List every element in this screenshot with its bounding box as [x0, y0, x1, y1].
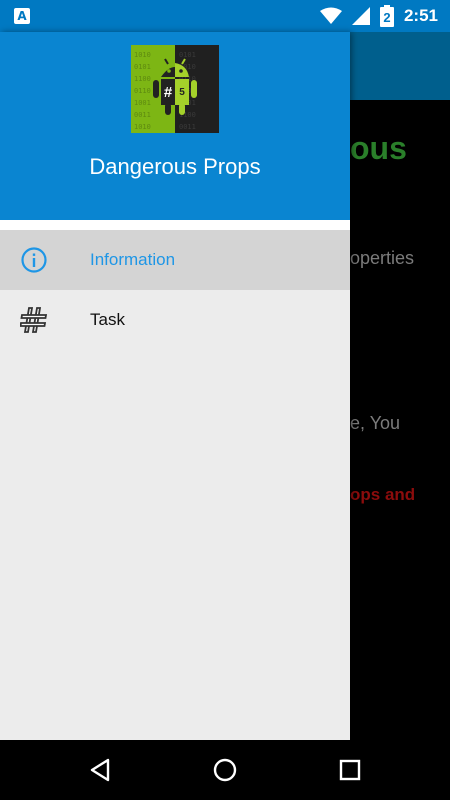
svg-text:1100: 1100 — [134, 75, 151, 83]
background-text-1: operties — [350, 248, 415, 268]
navigation-bar — [0, 740, 450, 800]
svg-text:1010: 1010 — [134, 51, 151, 59]
app-toolbar — [350, 32, 450, 100]
back-icon[interactable] — [86, 756, 114, 784]
drawer-item-label: Information — [90, 250, 176, 269]
info-icon — [21, 247, 47, 273]
svg-text:0110: 0110 — [134, 87, 151, 95]
logo-badge: # — [164, 84, 173, 101]
drawer-item-task[interactable]: Task — [0, 290, 350, 350]
navigation-drawer: 01011010 01101001 01011100 0011 10100101… — [0, 32, 350, 740]
battery-icon: 2 — [379, 5, 394, 27]
status-icons: 2 2:51 — [319, 4, 438, 28]
signal-icon — [351, 7, 370, 25]
drawer-item-information[interactable]: Information — [0, 230, 350, 290]
status-bar: A 2 2:51 — [0, 0, 450, 32]
hash-icon — [20, 307, 48, 333]
svg-text:1001: 1001 — [134, 99, 151, 107]
drawer-header: 01011010 01101001 01011100 0011 10100101… — [0, 32, 350, 220]
app-content: ous operties e, You ops and — [350, 100, 450, 740]
android-hash-icon: 01011010 01101001 01011100 0011 10100101… — [131, 45, 219, 133]
drawer-title: Dangerous Props — [89, 154, 261, 179]
battery-level: 2 — [383, 10, 390, 25]
home-icon[interactable] — [211, 756, 239, 784]
svg-text:1010: 1010 — [134, 123, 151, 131]
header-divider — [0, 220, 350, 230]
svg-text:0101: 0101 — [179, 51, 196, 59]
notification-icon: A — [14, 8, 30, 24]
status-time: 2:51 — [403, 6, 438, 25]
background-app: ous operties e, You ops and — [350, 32, 450, 740]
background-text-2: e, You — [350, 413, 401, 433]
wifi-icon — [319, 7, 342, 24]
svg-text:0101: 0101 — [134, 63, 151, 71]
background-title: ous — [350, 130, 407, 166]
recents-icon[interactable] — [336, 756, 364, 784]
drawer-item-label: Task — [90, 310, 125, 329]
svg-text:0011: 0011 — [134, 111, 151, 119]
logo-badge-number: 5 — [179, 87, 185, 98]
svg-text:0011: 0011 — [179, 123, 196, 131]
background-warning: ops and — [350, 485, 416, 504]
